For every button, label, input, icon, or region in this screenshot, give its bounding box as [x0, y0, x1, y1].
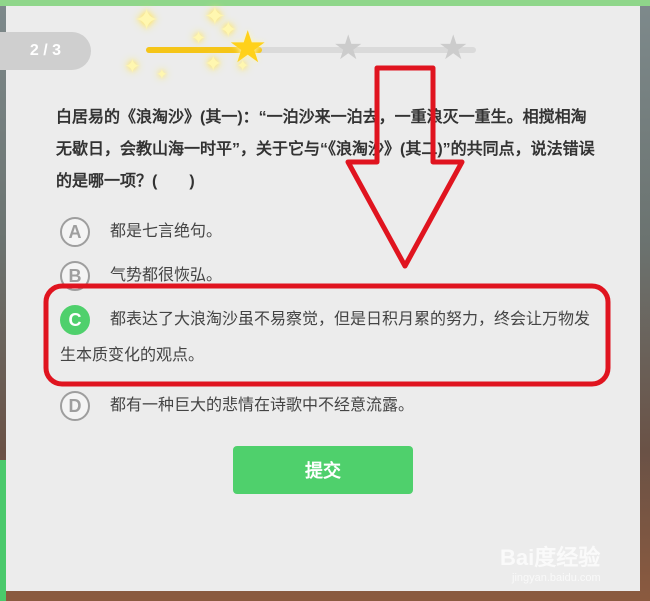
question-text: 白居易的《浪淘沙》(其一)：“一泊沙来一泊去，一重浪灭一重生。相搅相淘无歇日，会… [56, 109, 595, 190]
option-a-badge: A [60, 217, 90, 247]
sparkle-icon: ✦ [204, 52, 223, 77]
page-counter: 2 / 3 [0, 32, 91, 70]
watermark-url: jingyan.baidu.com [512, 572, 601, 584]
star-grey-icon: ★ [333, 28, 364, 68]
submit-button[interactable]: 提交 [233, 446, 413, 494]
sparkle-icon: ✦ [156, 67, 168, 83]
option-c[interactable]: C 都表达了大浪淘沙虽不易察觉，但是日积月累的努力，终会让万物发生本质变化的观点… [60, 302, 600, 374]
option-b-text: 气势都很恢弘。 [110, 267, 223, 284]
option-b-badge: B [60, 261, 90, 291]
sparkle-icon: ✦ [219, 18, 238, 43]
option-c-text: 都表达了大浪淘沙虽不易察觉，但是日积月累的努力，终会让万物发生本质变化的观点。 [60, 311, 591, 364]
option-b[interactable]: B 气势都很恢弘。 [60, 258, 600, 294]
option-d-text: 都有一种巨大的悲情在诗歌中不经意流露。 [110, 397, 415, 414]
quiz-card: 2 / 3 ★ ★ ★ ✦ ✦ ✦ ✦ ✦ ✦ ✦ ✦ 白居易的《浪淘沙》(其一… [0, 3, 640, 591]
sparkle-icon: ✦ [134, 3, 160, 38]
option-d[interactable]: D 都有一种巨大的悲情在诗歌中不经意流露。 [60, 388, 600, 424]
sparkle-icon: ✦ [124, 54, 141, 78]
option-a[interactable]: A 都是七言绝句。 [60, 214, 600, 250]
star-grey-icon: ★ [438, 28, 469, 68]
option-a-text: 都是七言绝句。 [110, 223, 223, 240]
watermark-logo: Bai度经验 [500, 545, 601, 570]
sparkle-icon: ✦ [191, 28, 207, 49]
sparkle-icon: ✦ [236, 56, 250, 75]
option-d-badge: D [60, 391, 90, 421]
